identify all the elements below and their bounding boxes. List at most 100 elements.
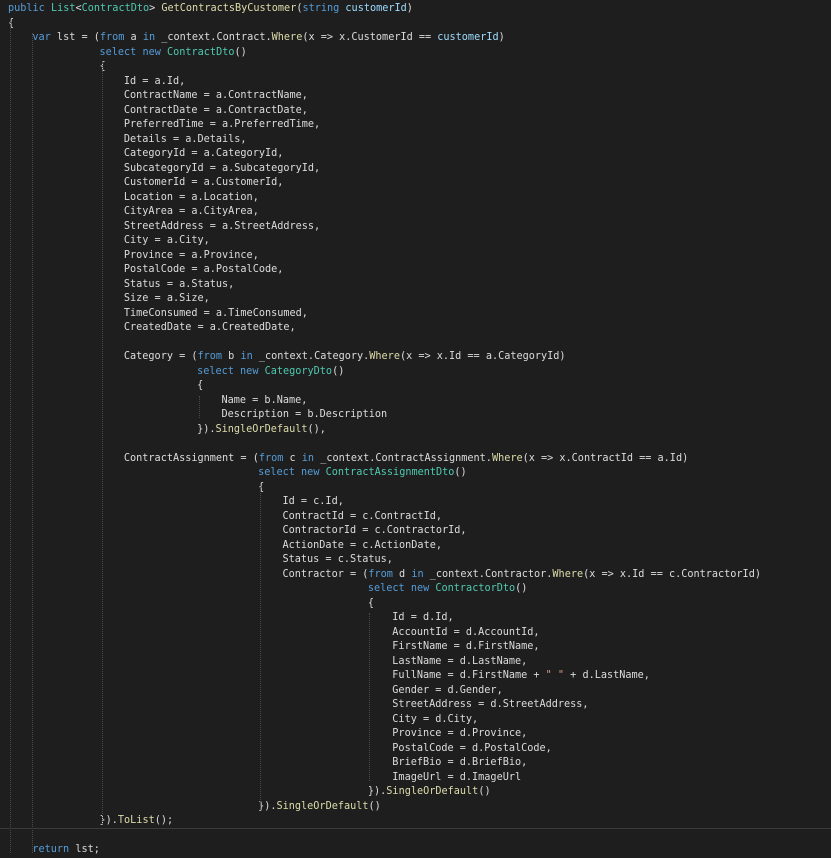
code-token: { — [258, 481, 265, 493]
code-token: (x => x.ContractId == a.Id) — [522, 452, 689, 464]
code-token: Size = a.Size, — [123, 293, 210, 304]
indent-guide — [369, 613, 370, 781]
code-line: LastName = d.LastName, — [392, 655, 527, 670]
code-line: Contractor = (from d in _context.Contrac… — [283, 568, 761, 583]
code-line: }).SingleOrDefault() — [258, 800, 381, 815]
code-token: Location = a.Location, — [123, 191, 259, 203]
code-token: Status = a.Status, — [123, 278, 235, 290]
code-line: TimeConsumed = a.TimeConsumed, — [124, 307, 308, 322]
code-token: > — [149, 3, 162, 14]
code-editor[interactable]: public List<ContractDto> GetContractsByC… — [0, 0, 831, 855]
code-line: select new ContractDto() — [100, 46, 247, 61]
code-line: Status = c.Status, — [283, 553, 393, 568]
code-token: ContractAssignment = ( — [123, 452, 259, 464]
code-line: return lst; — [32, 843, 99, 858]
code-token: from — [368, 568, 393, 580]
code-line: ContractId = c.ContractId, — [283, 510, 442, 525]
indent-guide — [32, 33, 33, 853]
code-line: City = d.City, — [392, 713, 478, 728]
code-token: { — [197, 380, 204, 391]
code-token: ContractAssignmentDto — [325, 467, 455, 478]
code-token: in — [301, 452, 315, 464]
code-token: CityArea = a.CityArea, — [123, 206, 259, 217]
code-line: Description = b.Description — [222, 408, 388, 423]
code-token: SingleOrDefault — [386, 786, 479, 797]
code-line: ContractDate = a.ContractDate, — [124, 104, 308, 119]
code-token: ActionDate = c.ActionDate, — [282, 539, 442, 551]
code-token: new — [301, 467, 320, 478]
code-line: SubcategoryId = a.SubcategoryId, — [124, 162, 320, 177]
code-token: lst; — [69, 844, 100, 855]
code-token: () — [332, 365, 345, 377]
code-line: PreferredTime = a.PreferredTime, — [124, 118, 320, 133]
code-line: Province = a.Province, — [124, 249, 259, 264]
code-token: City = d.City, — [392, 713, 479, 725]
code-token: from — [258, 452, 284, 464]
code-line: select new ContractorDto() — [368, 582, 528, 597]
code-token: ) — [406, 3, 413, 14]
code-line: AccountId = d.AccountId, — [392, 626, 539, 641]
code-line: FirstName = d.FirstName, — [392, 640, 539, 655]
code-token: LastName = d.LastName, — [392, 655, 528, 667]
code-token: ToList — [117, 815, 155, 826]
code-token: ContractDto — [81, 3, 150, 14]
code-token: select — [99, 46, 137, 58]
code-token: CreatedDate = a.CreatedDate, — [123, 322, 296, 333]
code-token: d — [392, 568, 412, 580]
code-token: Id = c.Id, — [282, 496, 344, 507]
indent-guide — [102, 62, 103, 824]
code-token: StreetAddress = a.StreetAddress, — [123, 220, 321, 232]
code-token: " " — [545, 670, 565, 681]
code-line: Location = a.Location, — [124, 191, 259, 206]
code-line: Category = (from b in _context.Category.… — [124, 350, 566, 365]
code-token: Contractor = ( — [282, 568, 369, 580]
code-token: Province = d.Province, — [392, 728, 528, 739]
code-token: ) — [498, 32, 505, 43]
code-line: ContractorId = c.ContractorId, — [283, 524, 467, 539]
code-line: Id = a.Id, — [124, 75, 185, 90]
code-token: Where — [491, 452, 523, 464]
code-token: customerId — [437, 32, 499, 43]
indent-guide — [260, 482, 261, 810]
code-token: in — [240, 351, 253, 362]
code-line: Province = d.Province, — [392, 727, 527, 742]
code-token: Description = b.Description — [221, 409, 388, 420]
code-token: b — [222, 351, 241, 362]
code-token: _context.ContractAssignment. — [314, 452, 492, 464]
code-token: public — [8, 3, 45, 14]
code-token: select — [367, 583, 405, 594]
code-token: c — [283, 452, 302, 464]
code-token: FullName = d.FirstName + — [392, 670, 546, 681]
code-token: AccountId = d.AccountId, — [392, 626, 540, 638]
code-token: Status = c.Status, — [282, 554, 393, 565]
code-token: TimeConsumed = a.TimeConsumed, — [123, 307, 308, 319]
code-token: select — [197, 365, 234, 377]
code-token: + d.LastName, — [564, 670, 650, 681]
code-token: () — [478, 786, 491, 797]
code-line: var lst = (from a in _context.Contract.W… — [32, 31, 504, 46]
code-token: in — [142, 32, 156, 43]
code-line: }).SingleOrDefault() — [368, 785, 491, 800]
code-line: { — [8, 17, 14, 32]
code-token: Id = a.Id, — [123, 75, 186, 87]
code-line: { — [258, 481, 264, 496]
code-line: Name = b.Name, — [222, 394, 308, 409]
code-token: FirstName = d.FirstName, — [392, 641, 540, 652]
code-token: in — [411, 568, 424, 580]
code-token: _context.Category. — [252, 351, 370, 362]
code-line: StreetAddress = d.StreetAddress, — [392, 698, 588, 713]
code-line: ActionDate = c.ActionDate, — [283, 539, 442, 554]
code-token: }). — [197, 423, 216, 435]
code-token: select — [258, 467, 295, 478]
code-token: a — [124, 32, 143, 43]
code-line: Id = c.Id, — [283, 495, 344, 510]
code-line: FullName = d.FirstName + " " + d.LastNam… — [392, 669, 650, 684]
code-token: CustomerId = a.CustomerId, — [123, 177, 284, 188]
code-token: Where — [552, 568, 584, 580]
code-line: ContractName = a.ContractName, — [124, 89, 308, 104]
code-line: CreatedDate = a.CreatedDate, — [124, 321, 296, 336]
code-token: customerId — [345, 3, 407, 14]
code-token: StreetAddress = d.StreetAddress, — [392, 699, 589, 710]
code-line: StreetAddress = a.StreetAddress, — [124, 220, 320, 235]
code-token: Name = b.Name, — [221, 394, 308, 406]
